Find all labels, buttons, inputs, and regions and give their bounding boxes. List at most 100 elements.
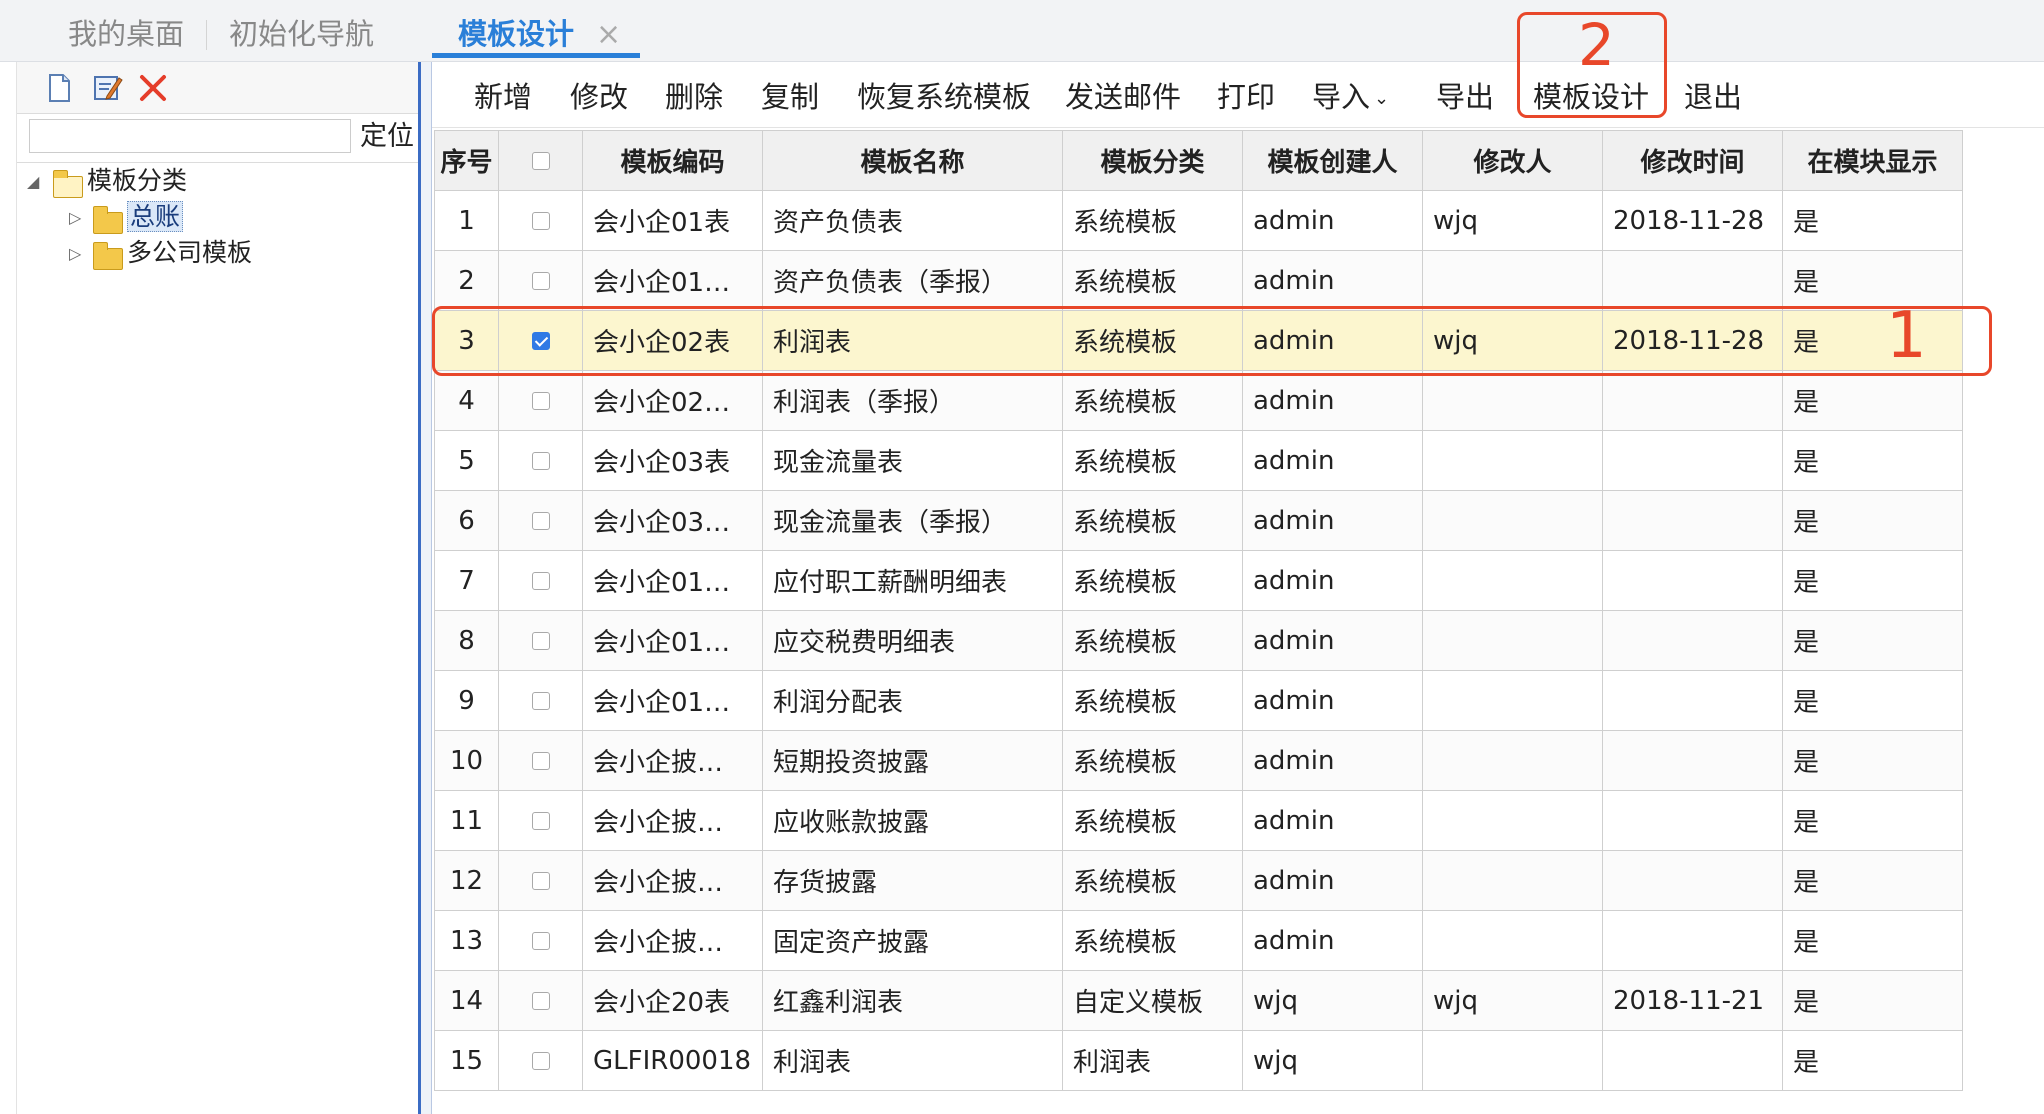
cell-name[interactable]: 应收账款披露 xyxy=(762,790,1063,851)
cell-show-in-module[interactable]: 是 xyxy=(1782,790,1963,851)
cell-index[interactable]: 11 xyxy=(434,790,499,851)
row-checkbox[interactable] xyxy=(531,752,550,770)
table-row[interactable]: 11 会小企披… 应收账款披露 系统模板 admin 是 xyxy=(434,790,1963,851)
cell-category[interactable]: 系统模板 xyxy=(1062,190,1243,251)
table-row[interactable]: 4 会小企02… 利润表（季报） 系统模板 admin 是 xyxy=(434,370,1963,431)
cell-creator[interactable]: admin xyxy=(1242,610,1423,671)
cell-index[interactable]: 5 xyxy=(434,430,499,491)
table-row[interactable]: 10 会小企披… 短期投资披露 系统模板 admin 是 xyxy=(434,730,1963,791)
cell-code[interactable]: 会小企披… xyxy=(582,910,763,971)
row-checkbox[interactable] xyxy=(531,272,550,290)
delete-icon[interactable] xyxy=(137,72,169,104)
cell-name[interactable]: 利润表 xyxy=(762,1030,1063,1091)
select-all-checkbox[interactable] xyxy=(531,152,550,170)
cell-modifier[interactable]: wjq xyxy=(1422,310,1603,371)
cell-modifier[interactable] xyxy=(1422,370,1603,431)
copy-button[interactable]: 复制 xyxy=(761,77,819,117)
cell-select[interactable] xyxy=(498,850,583,911)
cell-index[interactable]: 2 xyxy=(434,250,499,311)
cell-show-in-module[interactable]: 是 xyxy=(1782,1030,1963,1091)
cell-creator[interactable]: admin xyxy=(1242,490,1423,551)
export-button[interactable]: 导出 xyxy=(1436,77,1494,117)
cell-category[interactable]: 系统模板 xyxy=(1062,310,1243,371)
column-header-name[interactable]: 模板名称 xyxy=(762,130,1063,191)
restore-system-template-button[interactable]: 恢复系统模板 xyxy=(857,77,1031,117)
cell-show-in-module[interactable]: 是 xyxy=(1782,730,1963,791)
table-row[interactable]: 14 会小企20表 红鑫利润表 自定义模板 wjq wjq 2018-11-21 是 xyxy=(434,970,1963,1031)
cell-name[interactable]: 现金流量表 xyxy=(762,430,1063,491)
cell-modified-time[interactable] xyxy=(1602,730,1783,791)
cell-select[interactable] xyxy=(498,970,583,1031)
cell-modified-time[interactable] xyxy=(1602,670,1783,731)
cell-name[interactable]: 利润表（季报） xyxy=(762,370,1063,431)
cell-modifier[interactable] xyxy=(1422,1030,1603,1091)
tab-desktop[interactable]: 我的桌面 xyxy=(68,12,184,56)
cell-category[interactable]: 系统模板 xyxy=(1062,490,1243,551)
cell-code[interactable]: 会小企03… xyxy=(582,490,763,551)
cell-modified-time[interactable] xyxy=(1602,610,1783,671)
cell-modified-time[interactable] xyxy=(1602,790,1783,851)
cell-modified-time[interactable]: 2018-11-21 xyxy=(1602,970,1783,1031)
cell-creator[interactable]: admin xyxy=(1242,850,1423,911)
row-checkbox[interactable] xyxy=(531,452,550,470)
cell-name[interactable]: 固定资产披露 xyxy=(762,910,1063,971)
cell-code[interactable]: 会小企03表 xyxy=(582,430,763,491)
delete-button[interactable]: 删除 xyxy=(665,77,723,117)
cell-creator[interactable]: admin xyxy=(1242,910,1423,971)
column-header-category[interactable]: 模板分类 xyxy=(1062,130,1243,191)
cell-modified-time[interactable] xyxy=(1602,550,1783,611)
cell-select[interactable] xyxy=(498,910,583,971)
column-header-code[interactable]: 模板编码 xyxy=(582,130,763,191)
cell-select[interactable] xyxy=(498,430,583,491)
cell-creator[interactable]: admin xyxy=(1242,790,1423,851)
close-tab-icon[interactable]: × xyxy=(596,20,621,50)
cell-select[interactable] xyxy=(498,1030,583,1091)
cell-select[interactable] xyxy=(498,250,583,311)
cell-show-in-module[interactable]: 是 xyxy=(1782,190,1963,251)
row-checkbox[interactable] xyxy=(531,932,550,950)
cell-name[interactable]: 短期投资披露 xyxy=(762,730,1063,791)
cell-show-in-module[interactable]: 是 xyxy=(1782,850,1963,911)
tree-collapse-icon[interactable]: ◢ xyxy=(27,172,39,191)
cell-modified-time[interactable] xyxy=(1602,250,1783,311)
cell-select[interactable] xyxy=(498,190,583,251)
cell-modifier[interactable]: wjq xyxy=(1422,970,1603,1031)
cell-category[interactable]: 系统模板 xyxy=(1062,730,1243,791)
cell-index[interactable]: 6 xyxy=(434,490,499,551)
table-row[interactable]: 6 会小企03… 现金流量表（季报） 系统模板 admin 是 xyxy=(434,490,1963,551)
cell-select[interactable] xyxy=(498,670,583,731)
cell-category[interactable]: 系统模板 xyxy=(1062,790,1243,851)
cell-modified-time[interactable] xyxy=(1602,910,1783,971)
cell-code[interactable]: 会小企02… xyxy=(582,370,763,431)
cell-index[interactable]: 3 xyxy=(434,310,499,371)
cell-modifier[interactable] xyxy=(1422,730,1603,791)
cell-category[interactable]: 系统模板 xyxy=(1062,910,1243,971)
cell-index[interactable]: 1 xyxy=(434,190,499,251)
cell-category[interactable]: 系统模板 xyxy=(1062,250,1243,311)
cell-name[interactable]: 资产负债表（季报） xyxy=(762,250,1063,311)
cell-modifier[interactable] xyxy=(1422,670,1603,731)
column-header-index[interactable]: 序号 xyxy=(434,130,499,191)
cell-index[interactable]: 8 xyxy=(434,610,499,671)
add-button[interactable]: 新增 xyxy=(474,77,532,117)
cell-show-in-module[interactable]: 是 xyxy=(1782,670,1963,731)
row-checkbox[interactable] xyxy=(531,992,550,1010)
table-row[interactable]: 7 会小企01… 应付职工薪酬明细表 系统模板 admin 是 xyxy=(434,550,1963,611)
tab-init-guide[interactable]: 初始化导航 xyxy=(229,12,374,56)
table-row[interactable]: 3 会小企02表 利润表 系统模板 admin wjq 2018-11-28 是 xyxy=(434,310,1963,371)
cell-select[interactable] xyxy=(498,610,583,671)
cell-modifier[interactable] xyxy=(1422,850,1603,911)
template-design-button[interactable]: 模板设计 xyxy=(1533,77,1649,117)
cell-index[interactable]: 4 xyxy=(434,370,499,431)
cell-code[interactable]: 会小企01… xyxy=(582,670,763,731)
cell-select[interactable] xyxy=(498,790,583,851)
send-email-button[interactable]: 发送邮件 xyxy=(1065,77,1181,117)
print-button[interactable]: 打印 xyxy=(1217,77,1275,117)
cell-creator[interactable]: wjq xyxy=(1242,970,1423,1031)
cell-name[interactable]: 利润表 xyxy=(762,310,1063,371)
cell-category[interactable]: 系统模板 xyxy=(1062,550,1243,611)
cell-select[interactable] xyxy=(498,370,583,431)
cell-modified-time[interactable] xyxy=(1602,850,1783,911)
cell-index[interactable]: 7 xyxy=(434,550,499,611)
import-button[interactable]: 导入 ⌄ xyxy=(1312,77,1389,117)
